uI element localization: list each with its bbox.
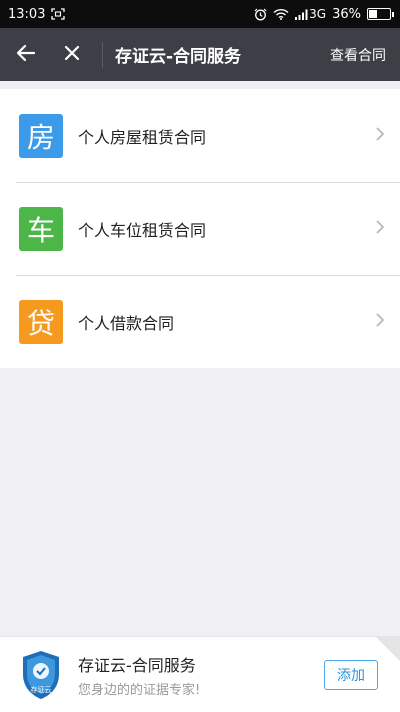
status-bar: 13:03 3G 36% <box>0 0 400 28</box>
view-contracts-link[interactable]: 查看合同 <box>330 45 386 65</box>
car-icon: 车 <box>19 206 63 251</box>
arrow-left-icon <box>16 44 36 66</box>
nav-divider <box>102 41 103 68</box>
list-item-label: 个人车位租赁合同 <box>78 220 207 240</box>
list-item-label: 个人房屋租赁合同 <box>78 127 207 147</box>
contract-list: 房 个人房屋租赁合同 车 个人车位租赁合同 贷 个人借款合同 <box>0 89 400 368</box>
close-button[interactable] <box>50 28 94 81</box>
nav-bar: 存证云-合同服务 查看合同 <box>0 28 400 81</box>
wifi-icon <box>273 8 289 20</box>
cunzhengyun-logo: 存证云 <box>20 649 62 701</box>
status-time: 13:03 <box>8 6 46 22</box>
list-item-house-lease[interactable]: 房 个人房屋租赁合同 <box>0 89 400 182</box>
screenshot-icon <box>51 8 66 20</box>
logo-text: 存证云 <box>31 685 52 694</box>
battery-icon <box>367 8 394 20</box>
chevron-right-icon <box>376 219 385 238</box>
page-title: 存证云-合同服务 <box>115 47 242 67</box>
add-button[interactable]: 添加 <box>324 660 378 690</box>
loan-icon: 贷 <box>19 299 63 344</box>
network-type: 3G <box>309 7 327 21</box>
back-button[interactable] <box>4 28 48 81</box>
list-item-label: 个人借款合同 <box>78 313 175 333</box>
list-item-parking-lease[interactable]: 车 个人车位租赁合同 <box>0 182 400 275</box>
battery-percent: 36% <box>332 6 361 22</box>
banner-subtitle: 您身边的的证据专家! <box>78 682 201 698</box>
house-icon: 房 <box>19 113 63 158</box>
alarm-icon <box>254 8 267 21</box>
close-icon <box>64 45 80 65</box>
add-app-banner: 存证云 存证云-合同服务 您身边的的证据专家! 添加 <box>0 636 400 712</box>
list-item-loan[interactable]: 贷 个人借款合同 <box>0 275 400 368</box>
chevron-right-icon <box>376 126 385 145</box>
banner-title: 存证云-合同服务 <box>78 655 196 675</box>
signal-icon <box>295 9 308 20</box>
chevron-right-icon <box>376 312 385 331</box>
banner-corner-fold <box>376 637 400 661</box>
